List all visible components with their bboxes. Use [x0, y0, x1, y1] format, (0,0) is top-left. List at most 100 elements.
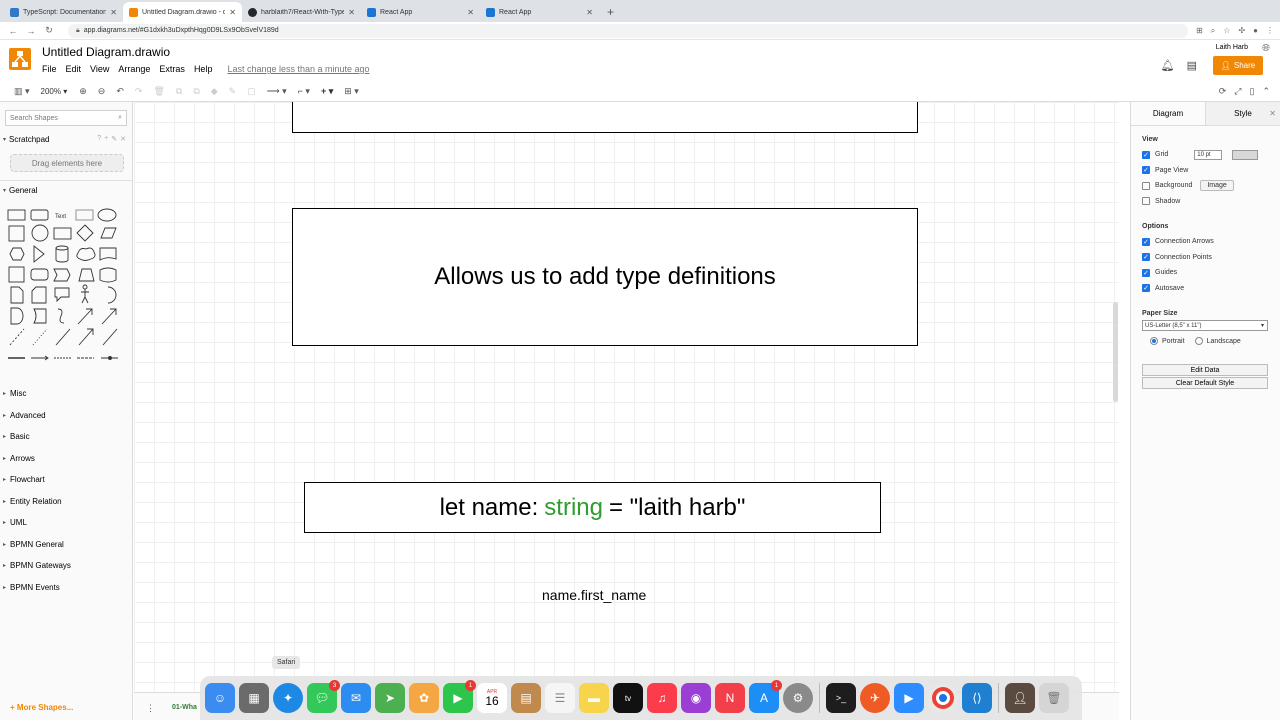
url-field[interactable]: 🔒︎ app.diagrams.net/#G1dxkh3uDxpthHqg0D9… — [68, 23, 1189, 38]
menu-arrange[interactable]: Arrange — [118, 64, 150, 74]
tab-diagram[interactable]: Diagram — [1131, 102, 1205, 125]
square-shape[interactable] — [8, 225, 25, 242]
scratchpad-drop-area[interactable]: Drag elements here — [10, 154, 124, 172]
connection-arrows-checkbox[interactable]: ✓ — [1142, 237, 1150, 246]
notification-bell-icon[interactable]: 🔔︎ — [1161, 59, 1175, 72]
trapezoid-shape[interactable] — [78, 268, 95, 282]
diagram-box-top[interactable] — [292, 102, 918, 133]
diagram-canvas[interactable]: Allows us to add type definitions let na… — [134, 102, 1119, 692]
document-shape[interactable] — [99, 247, 117, 261]
messages-icon[interactable]: 💬︎ 3 — [307, 680, 340, 713]
category-basic[interactable]: ▸ Basic — [0, 426, 132, 448]
safari-icon[interactable]: ✦ — [273, 683, 303, 713]
contacts-icon[interactable]: ▤ — [511, 683, 541, 713]
cloud-shape[interactable] — [76, 247, 96, 261]
category-entity-relation[interactable]: ▸ Entity Relation — [0, 491, 132, 513]
note-shape[interactable] — [10, 286, 24, 304]
browser-tab-react-app-2[interactable]: React App ✕ — [480, 2, 599, 22]
document-title[interactable]: Untitled Diagram.drawio — [42, 45, 170, 59]
curve-shape[interactable] — [57, 308, 65, 324]
camera-feed-icon[interactable]: 👤︎ — [1005, 683, 1035, 713]
line-shape[interactable] — [55, 328, 71, 346]
ellipse-shape[interactable] — [97, 208, 117, 222]
podcasts-icon[interactable]: ◉ — [681, 683, 711, 713]
menu-edit[interactable]: Edit — [66, 64, 82, 74]
autosave-option[interactable]: ✓ Autosave — [1142, 281, 1272, 297]
menu-file[interactable]: File — [42, 64, 57, 74]
vscode-icon[interactable]: ⟨⟩ — [962, 683, 992, 713]
category-uml[interactable]: ▸ UML — [0, 512, 132, 534]
collapse-icon[interactable]: ⌃ — [1262, 86, 1270, 97]
bidirectional-arrow-shape[interactable] — [77, 308, 93, 325]
category-bpmn-gateways[interactable]: ▸ BPMN Gateways — [0, 555, 132, 577]
image-button[interactable]: Image — [1200, 180, 1234, 192]
new-tab-icon[interactable]: + — [607, 2, 614, 22]
facetime-icon[interactable]: ▶ 1 — [443, 680, 476, 713]
zoom-out-icon[interactable]: ⊖ — [98, 86, 106, 97]
browser-tab-react-app-1[interactable]: React App ✕ — [361, 2, 480, 22]
format-panel-toggle-icon[interactable]: ▥ ▾ — [14, 86, 30, 97]
terminal-icon[interactable]: >_ — [826, 683, 856, 713]
page-view-checkbox[interactable]: ✓ — [1142, 166, 1150, 175]
canvas-scrollbar[interactable] — [1111, 102, 1119, 692]
connection-points-checkbox[interactable]: ✓ — [1142, 253, 1150, 262]
browser-tab-drawio[interactable]: Untitled Diagram.drawio - diag ✕ — [123, 2, 242, 22]
edit-data-button[interactable]: Edit Data — [1142, 364, 1268, 376]
trash-icon[interactable]: 🗑︎ — [1039, 683, 1069, 713]
more-shapes-button[interactable]: + More Shapes... — [10, 703, 73, 712]
close-icon[interactable]: ✕ — [1269, 109, 1276, 118]
maps-icon[interactable]: ➤ — [375, 683, 405, 713]
insert-icon[interactable]: + ▾ — [321, 86, 333, 97]
forward-icon[interactable]: → — [24, 26, 38, 36]
paper-size-select[interactable]: US-Letter (8,5" x 11") ▾ — [1142, 320, 1268, 331]
category-arrows[interactable]: ▸ Arrows — [0, 448, 132, 470]
connector-arrow-shape[interactable] — [31, 355, 49, 361]
category-misc[interactable]: ▸ Misc — [0, 383, 132, 405]
rounded-rectangle-shape[interactable] — [30, 209, 49, 221]
to-front-icon[interactable]: ⧉ — [176, 86, 182, 97]
zoom-in-icon[interactable]: ⊕ — [79, 86, 87, 97]
clear-default-style-button[interactable]: Clear Default Style — [1142, 377, 1268, 389]
parallelogram-shape[interactable] — [100, 227, 117, 239]
autosave-checkbox[interactable]: ✓ — [1142, 284, 1150, 293]
scrollbar-thumb[interactable] — [1113, 302, 1118, 402]
format-panel-icon[interactable]: ▯ — [1250, 86, 1255, 97]
last-change-link[interactable]: Last change less than a minute ago — [227, 64, 369, 74]
menu-extras[interactable]: Extras — [159, 64, 185, 74]
grid-color-button[interactable] — [1232, 149, 1259, 160]
comments-icon[interactable]: ▤ — [1187, 59, 1197, 72]
cube-shape[interactable] — [30, 268, 49, 281]
edit-icon[interactable]: ✎ — [111, 135, 117, 143]
text-shape[interactable]: Text — [55, 214, 66, 220]
search-shapes-input[interactable]: Search Shapes ⌕ — [5, 110, 127, 126]
background-checkbox[interactable] — [1142, 181, 1150, 190]
user-name[interactable]: Laith Harb — [1216, 44, 1248, 51]
connection-arrows-option[interactable]: ✓ Connection Arrows — [1142, 234, 1272, 250]
shadow-option[interactable]: Shadow — [1142, 194, 1272, 210]
diagram-box-type-definitions[interactable]: Allows us to add type definitions — [292, 208, 918, 346]
browser-tab-github[interactable]: harblaith7/React-With-TypeSc ✕ — [242, 2, 361, 22]
delete-icon[interactable]: 🗑︎ — [153, 86, 164, 97]
page-view-option[interactable]: ✓ Page View — [1142, 163, 1272, 179]
extensions-icon[interactable]: ✣ — [1238, 26, 1245, 36]
page-tab[interactable]: 01-Wha — [172, 704, 197, 711]
line-color-icon[interactable]: ✎ — [229, 86, 237, 97]
process-shape[interactable] — [53, 227, 72, 240]
launchpad-icon[interactable]: ▦ — [239, 683, 269, 713]
news-icon[interactable]: N — [715, 683, 745, 713]
triangle-shape[interactable] — [33, 245, 45, 263]
directional-connector-shape[interactable] — [78, 328, 94, 346]
connection-points-option[interactable]: ✓ Connection Points — [1142, 250, 1272, 266]
close-icon[interactable]: ✕ — [110, 8, 117, 17]
portrait-radio[interactable] — [1150, 337, 1158, 345]
landscape-radio[interactable] — [1194, 337, 1203, 345]
guides-checkbox[interactable]: ✓ — [1142, 268, 1150, 277]
help-icon[interactable]: ? — [97, 135, 101, 143]
delay-shape[interactable] — [10, 307, 24, 325]
calendar-icon[interactable]: APR 16 — [477, 683, 507, 713]
menu-help[interactable]: Help — [194, 64, 213, 74]
fullscreen-icon[interactable]: ⤢ — [1234, 86, 1241, 97]
grid-checkbox[interactable]: ✓ — [1142, 150, 1150, 159]
add-icon[interactable]: + — [104, 135, 108, 143]
back-icon[interactable]: ← — [6, 26, 20, 36]
